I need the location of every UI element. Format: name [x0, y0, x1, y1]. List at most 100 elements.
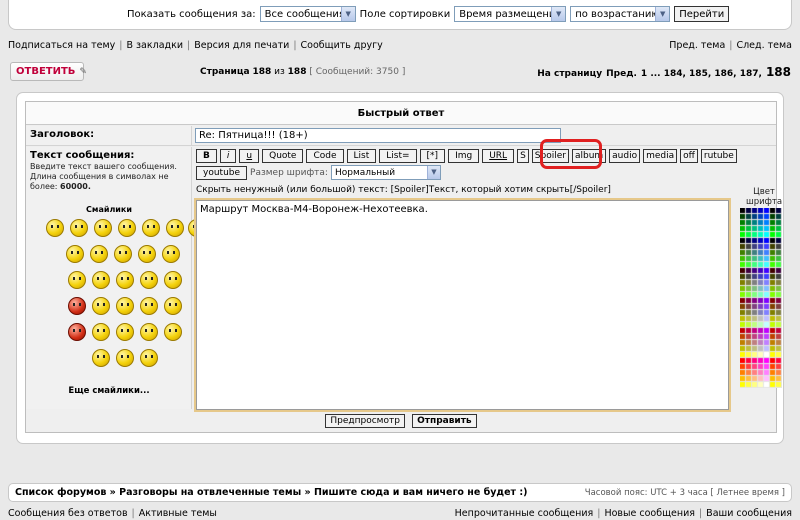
bbcode-i-button[interactable]: i — [219, 149, 237, 163]
color-palette[interactable] — [740, 208, 782, 388]
sort-field-select[interactable]: Время размещения ▼ — [454, 6, 567, 22]
pencil-icon: ✎ — [79, 66, 87, 77]
next-topic-link[interactable]: След. тема — [736, 40, 792, 51]
new-posts-link[interactable]: Новые сообщения — [604, 508, 695, 519]
smiley-icon[interactable] — [68, 271, 86, 289]
subject-label: Заголовок: — [30, 129, 95, 140]
bbcode-b-button[interactable]: B — [196, 149, 217, 163]
page-links[interactable]: 1 ... 184, 185, 186, 187, — [641, 69, 762, 79]
bbcode--button[interactable]: [*] — [419, 149, 446, 163]
separator: | — [597, 508, 601, 519]
subject-input[interactable]: Re: Пятница!!! (18+) — [195, 128, 561, 143]
bbcode-code-button[interactable]: Code — [306, 149, 344, 163]
sort-field-value: Время размещения — [459, 8, 562, 20]
smiley-icon[interactable] — [140, 349, 158, 367]
more-smilies-link[interactable]: Еще смайлики... — [26, 386, 192, 396]
font-color-title: Цвет шрифта — [745, 187, 783, 207]
chevron-down-icon: ▼ — [655, 7, 670, 21]
subscribe-link[interactable]: Подписаться на тему — [8, 40, 115, 51]
bbcode-list-button[interactable]: List= — [379, 149, 417, 163]
separator: | — [131, 508, 135, 519]
breadcrumb: Список форумов » Разговоры на отвлеченны… — [8, 483, 792, 502]
bbcode-album-button[interactable]: album — [571, 149, 607, 163]
bbcode-off-button[interactable]: off — [680, 149, 698, 163]
smiley-icon[interactable] — [164, 271, 182, 289]
quick-reply-form: Быстрый ответ Заголовок: Re: Пятница!!! … — [25, 101, 782, 433]
smiley-icon[interactable] — [142, 219, 160, 237]
smiley-icon[interactable] — [46, 219, 64, 237]
active-topics-link[interactable]: Активные темы — [139, 508, 217, 519]
bbcode-spoiler-button[interactable]: Spoiler — [531, 149, 569, 163]
smiley-icon[interactable] — [70, 219, 88, 237]
submit-button[interactable]: Отправить — [412, 414, 477, 428]
sort-order-select[interactable]: по возрастанию ▼ — [570, 6, 671, 22]
smiley-icon[interactable] — [116, 297, 134, 315]
bbcode-media-button[interactable]: media — [643, 149, 678, 163]
message-count: [ Сообщений: 3750 ] — [309, 67, 406, 77]
smiley-icon[interactable] — [164, 323, 182, 341]
smiley-icon[interactable] — [66, 245, 84, 263]
smiley-icon[interactable] — [90, 245, 108, 263]
footer-links-right: Непрочитанные сообщения | Новые сообщения |… — [455, 508, 792, 519]
bbcode-youtube-button[interactable]: youtube — [196, 165, 248, 180]
font-size-label: Размер шрифта: — [250, 167, 328, 178]
unread-link[interactable]: Непрочитанные сообщения — [455, 508, 594, 519]
smiley-icon[interactable] — [114, 245, 132, 263]
color-palette-grid[interactable] — [740, 208, 782, 388]
bbcode-url-button[interactable]: URL — [482, 149, 515, 163]
smiley-icon[interactable] — [138, 245, 156, 263]
smiley-icon[interactable] — [68, 323, 86, 341]
smiley-icon[interactable] — [166, 219, 184, 237]
bbcode-list-button[interactable]: List — [346, 149, 377, 163]
bbcode-rutube-button[interactable]: rutube — [700, 149, 737, 163]
smiley-icon[interactable] — [162, 245, 180, 263]
bbcode-s-button[interactable]: S — [517, 149, 529, 163]
message-textarea[interactable]: Маршрут Москва-М4-Воронеж-Нехотеевка. — [194, 198, 731, 412]
reply-button-label: ОТВЕТИТЬ — [16, 66, 76, 77]
smiley-icon[interactable] — [164, 297, 182, 315]
smiley-icon[interactable] — [116, 271, 134, 289]
quick-reply-panel: Быстрый ответ Заголовок: Re: Пятница!!! … — [16, 92, 784, 444]
unanswered-link[interactable]: Сообщения без ответов — [8, 508, 128, 519]
smiley-icon[interactable] — [140, 297, 158, 315]
separator: | — [729, 40, 733, 51]
show-messages-select[interactable]: Все сообщения ▼ — [259, 6, 356, 22]
topic-actions: Подписаться на тему | В закладки | Версия дл… — [8, 40, 792, 51]
prev-topic-link[interactable]: Пред. тема — [669, 40, 725, 51]
show-messages-value: Все сообщения — [264, 8, 345, 20]
your-posts-link[interactable]: Ваши сообщения — [706, 508, 792, 519]
chevron-down-icon: ▼ — [426, 166, 440, 179]
submit-row: Предпросмотр Отправить — [26, 414, 776, 428]
prev-page-link[interactable]: Пред. — [606, 69, 637, 79]
chevron-down-icon: ▼ — [551, 7, 566, 21]
smiley-icon[interactable] — [92, 349, 110, 367]
bbcode-quote-button[interactable]: Quote — [262, 149, 304, 163]
smiley-icon[interactable] — [92, 297, 110, 315]
reply-button[interactable]: ОТВЕТИТЬ ✎ — [10, 62, 87, 81]
bbcode-img-button[interactable]: Img — [448, 149, 480, 163]
breadcrumb-path[interactable]: Список форумов » Разговоры на отвлеченны… — [15, 487, 527, 498]
bbcode-u-button[interactable]: u — [239, 149, 260, 163]
footer-links: Сообщения без ответов | Активные темы Непр… — [8, 508, 792, 519]
smiley-icon[interactable] — [116, 323, 134, 341]
message-label: Текст сообщения: — [30, 150, 135, 161]
preview-button[interactable]: Предпросмотр — [325, 414, 405, 428]
smiley-icon[interactable] — [116, 349, 134, 367]
print-version-link[interactable]: Версия для печати — [194, 40, 289, 51]
smiley-icon[interactable] — [140, 323, 158, 341]
smiley-icon[interactable] — [118, 219, 136, 237]
topic-nav: Пред. тема | След. тема — [669, 40, 792, 51]
smiley-icon[interactable] — [140, 271, 158, 289]
smiley-icon[interactable] — [68, 297, 86, 315]
tell-friend-link[interactable]: Сообщить другу — [301, 40, 383, 51]
message-max-length: 60000. — [60, 182, 91, 191]
font-size-select[interactable]: Нормальный ▼ — [330, 165, 441, 180]
smiley-icon[interactable] — [94, 219, 112, 237]
go-button[interactable]: Перейти — [674, 6, 730, 22]
timezone: Часовой пояс: UTC + 3 часа [ Летнее врем… — [584, 487, 785, 498]
bbcode-audio-button[interactable]: audio — [609, 149, 641, 163]
bookmark-link[interactable]: В закладки — [126, 40, 183, 51]
smiley-icon[interactable] — [92, 271, 110, 289]
page-label: Страница — [200, 67, 250, 77]
smiley-icon[interactable] — [92, 323, 110, 341]
